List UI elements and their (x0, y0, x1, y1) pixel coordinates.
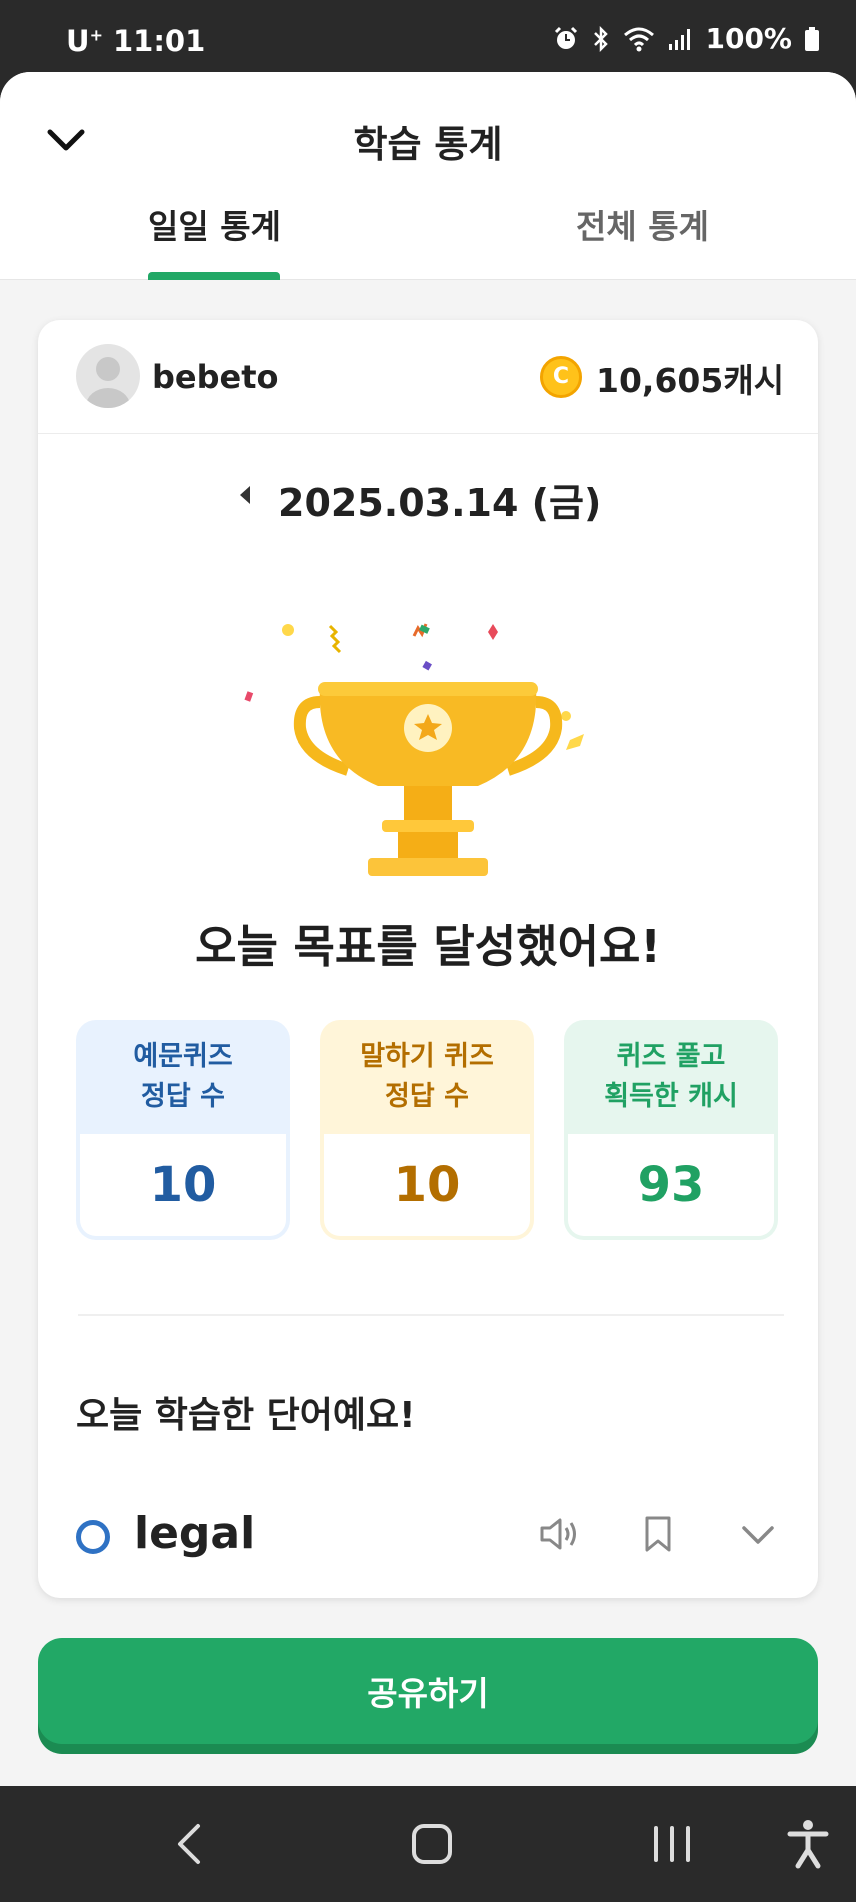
stat-label: 퀴즈 풀고 획득한 캐시 (604, 1041, 738, 1112)
page-title: 학습 통계 (353, 123, 503, 166)
share-button[interactable]: 공유하기 (38, 1638, 818, 1744)
stat-value: 10 (324, 1134, 530, 1236)
wifi-icon (624, 27, 655, 51)
navigation-bar (0, 1786, 856, 1902)
battery-icon (805, 26, 819, 51)
clock: 11:01 (112, 24, 206, 58)
daily-stats-card: bebeto C 10,605캐시 2025.03.14 (금) 오늘 목표를 … (38, 320, 818, 1598)
tab-daily-stats[interactable]: 일일 통계 (148, 200, 281, 248)
profile-row: bebeto C 10,605캐시 (38, 320, 818, 434)
stat-speaking-quiz: 말하기 퀴즈 정답 수 10 (320, 1020, 534, 1240)
status-bar: U+ 11:01 100% (0, 0, 856, 72)
statistics-screen: 학습 통계 일일 통계 전체 통계 bebeto C 10,605캐시 2025… (0, 72, 856, 1786)
carrier-label: U+ (66, 24, 103, 58)
stat-value: 93 (568, 1134, 774, 1236)
goal-message: 오늘 목표를 달성했어요! (195, 920, 661, 973)
expand-chevron-icon[interactable] (734, 1510, 782, 1558)
bookmark-icon[interactable] (634, 1510, 682, 1558)
recent-apps-icon[interactable] (640, 1812, 704, 1876)
battery-percent: 100% (705, 22, 792, 55)
stats-date: 2025.03.14 (금) (278, 481, 602, 525)
signal-icon (669, 28, 691, 50)
bluetooth-icon (594, 25, 609, 52)
word-item[interactable]: legal (134, 1508, 255, 1559)
previous-date-arrow-icon[interactable] (240, 486, 250, 504)
header: 학습 통계 일일 통계 전체 통계 (0, 72, 856, 280)
avatar (76, 344, 140, 408)
words-section-title: 오늘 학습한 단어예요! (76, 1395, 416, 1436)
stat-value: 10 (80, 1134, 286, 1236)
back-icon[interactable] (160, 1812, 224, 1876)
accessibility-icon[interactable] (776, 1812, 840, 1876)
stat-label: 예문퀴즈 정답 수 (133, 1041, 233, 1112)
trophy-illustration (188, 590, 668, 890)
home-icon[interactable] (400, 1812, 464, 1876)
divider (78, 1314, 784, 1316)
active-tab-indicator (148, 272, 280, 280)
stat-label: 말하기 퀴즈 정답 수 (360, 1041, 494, 1112)
tab-total-stats[interactable]: 전체 통계 (576, 200, 709, 248)
cash-balance: 10,605캐시 (596, 361, 785, 400)
stat-earned-cash: 퀴즈 풀고 획득한 캐시 93 (564, 1020, 778, 1240)
correct-circle-icon (76, 1520, 110, 1554)
coin-icon: C (540, 356, 582, 398)
stat-example-quiz: 예문퀴즈 정답 수 10 (76, 1020, 290, 1240)
username: bebeto (152, 358, 279, 396)
speaker-icon[interactable] (534, 1510, 582, 1558)
alarm-icon (555, 26, 578, 49)
